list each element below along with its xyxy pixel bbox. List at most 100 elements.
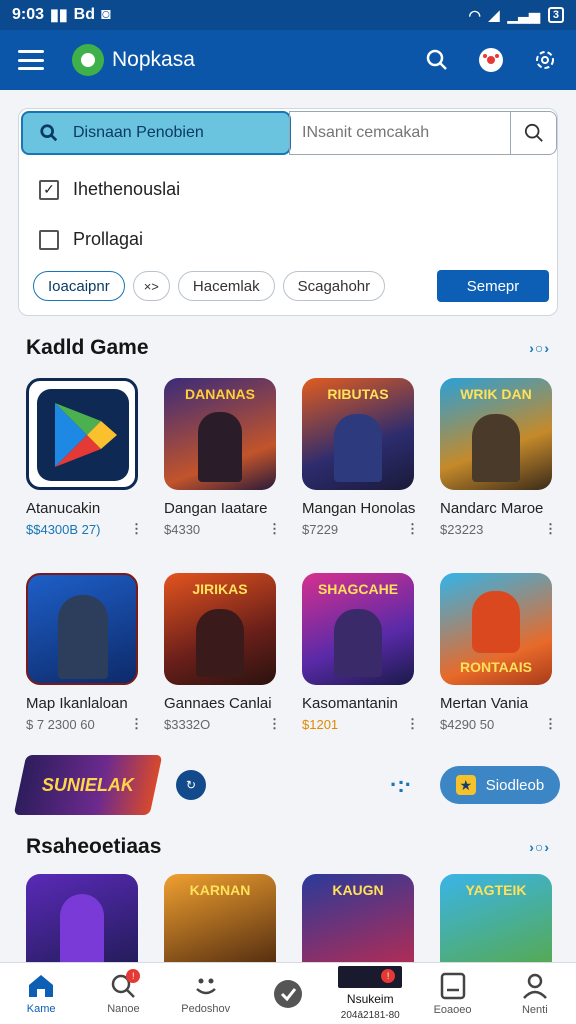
- promo-logo-text: SUNIELAK: [41, 774, 134, 795]
- more-options-icon[interactable]: ⋮: [406, 716, 419, 732]
- promo-action-button[interactable]: ★ Siodleob: [440, 766, 560, 804]
- game-name: Kasomantanin: [302, 695, 398, 712]
- filter-checkbox-2[interactable]: Prollagai: [39, 229, 143, 250]
- nav-label: Eoaoeo: [433, 1003, 472, 1016]
- nav-home[interactable]: Kame: [0, 963, 82, 1024]
- library-icon: [440, 972, 465, 999]
- checkbox-empty-icon: [39, 229, 59, 250]
- filter-checkbox-1[interactable]: ✓ Ihethenouslai: [39, 179, 180, 200]
- game-price: $23223: [440, 521, 484, 537]
- more-options-icon[interactable]: ·:·: [390, 772, 412, 798]
- star-icon: ★: [455, 775, 476, 795]
- game-card[interactable]: KAUGN: [302, 874, 418, 962]
- promo-logo[interactable]: SUNIELAK: [13, 755, 163, 815]
- filter-chip[interactable]: Ioacaipnr: [33, 271, 125, 301]
- search-icon[interactable]: [424, 47, 450, 73]
- signal-icon: ▮▮: [50, 7, 68, 24]
- game-name: Atanucakin: [26, 500, 101, 517]
- nav-label: Pedoshov: [181, 1002, 231, 1015]
- search-panel: Disnaan Penobien ✓ Ihethenouslai Prollag…: [18, 108, 558, 316]
- checkbox-checked-icon: ✓: [39, 179, 59, 200]
- menu-icon[interactable]: [18, 50, 44, 70]
- more-options-icon[interactable]: ⋮: [406, 521, 419, 537]
- settings-icon[interactable]: [532, 47, 558, 73]
- game-thumbnail: [26, 378, 138, 490]
- nav-label: Nsukeim: [346, 992, 394, 1006]
- game-thumbnail-title: WRIK DAN: [460, 386, 532, 402]
- nav-label: Nanoe: [107, 1002, 140, 1015]
- nav-search[interactable]: ! Nanoe: [82, 963, 164, 1024]
- see-more-link[interactable]: ›○›: [529, 839, 550, 855]
- refresh-icon[interactable]: ↻: [176, 770, 206, 800]
- game-thumbnail: DANANAS: [164, 378, 276, 490]
- game-thumbnail-title: RIBUTAS: [327, 386, 389, 402]
- app-title: Nopkasa: [112, 48, 195, 71]
- game-name: Map Ikanlaloan: [26, 695, 128, 712]
- search-submit-primary-button[interactable]: Semepr: [437, 270, 549, 302]
- search-scope-label: Disnaan Penobien: [73, 124, 204, 141]
- filter-chip[interactable]: Scagahohr: [282, 271, 386, 301]
- checkbox-label: Ihethenouslai: [73, 179, 181, 199]
- game-card[interactable]: RIBUTAS Mangan Honolas $7229 ⋮: [302, 378, 419, 537]
- more-options-icon[interactable]: ⋮: [268, 716, 281, 732]
- game-price: $3332O: [164, 716, 211, 732]
- see-more-link[interactable]: ›○›: [529, 340, 550, 356]
- search-icon: [40, 124, 58, 142]
- nav-library[interactable]: Eoaoeo: [411, 963, 493, 1024]
- filter-chips: Ioacaipnr ×> Hacemlak Scagahohr Semepr: [33, 269, 549, 303]
- more-options-icon[interactable]: ⋮: [130, 716, 143, 732]
- game-thumbnail: YAGTEIK: [440, 874, 552, 962]
- app-bar: Nopkasa: [0, 30, 576, 90]
- nav-news[interactable]: ! Nsukeim 204ā2181-80: [329, 963, 411, 1024]
- check-circle-icon: [273, 979, 302, 1008]
- more-options-icon[interactable]: ⋮: [544, 716, 557, 732]
- search-icon: [524, 123, 543, 142]
- gamepad-icon: [195, 978, 216, 994]
- game-thumbnail-title: YAGTEIK: [465, 882, 527, 898]
- bars-icon: ▁▃▅: [507, 6, 540, 23]
- game-card[interactable]: SHAGCAHE Kasomantanin $1201 ⋮: [302, 573, 419, 732]
- game-thumbnail-title: SHAGCAHE: [317, 581, 399, 597]
- game-card[interactable]: Atanucakin $$4300B 27) ⋮: [26, 378, 143, 537]
- game-thumbnail-title: KAUGN: [332, 882, 384, 898]
- battery-icon: 3: [547, 7, 564, 23]
- game-thumbnail-title: DANANAS: [185, 386, 255, 402]
- game-thumbnail: WRIK DAN: [440, 378, 552, 490]
- profile-ball-icon[interactable]: [478, 47, 504, 73]
- more-options-icon[interactable]: ⋮: [268, 521, 281, 537]
- game-price: $ 7 2300 60: [26, 716, 95, 732]
- more-options-icon[interactable]: ⋮: [544, 521, 557, 537]
- cell-icon: ◢: [488, 6, 500, 23]
- search-scope-button[interactable]: Disnaan Penobien: [21, 111, 291, 155]
- status-carrier: Bd: [73, 6, 95, 23]
- game-card[interactable]: RONTAAIS Mertan Vania $4290 50 ⋮: [440, 573, 557, 732]
- game-card[interactable]: KARNAN: [164, 874, 280, 962]
- game-thumbnail: SHAGCAHE: [302, 573, 414, 685]
- more-options-icon[interactable]: ⋮: [130, 521, 143, 537]
- nav-games[interactable]: Pedoshov: [165, 963, 247, 1024]
- game-thumbnail: [26, 874, 138, 962]
- game-card[interactable]: WRIK DAN Nandarc Maroe $23223 ⋮: [440, 378, 557, 537]
- game-card[interactable]: YAGTEIK: [440, 874, 556, 962]
- game-grid-row-1: Atanucakin $$4300B 27) ⋮ DANANAS Dangan I…: [26, 378, 557, 537]
- filter-chip[interactable]: Hacemlak: [177, 271, 275, 301]
- nav-check[interactable]: [247, 963, 329, 1024]
- status-bar: 9:03 ▮▮ Bd ◙ ◠ ◢ ▁▃▅ 3: [0, 0, 576, 30]
- game-price: $4330: [164, 521, 201, 537]
- chip-close-button[interactable]: ×>: [132, 271, 170, 301]
- game-card[interactable]: DANANAS Dangan Iaatare $4330 ⋮: [164, 378, 281, 537]
- game-card[interactable]: JIRIKAS Gannaes Canlai $3332O ⋮: [164, 573, 281, 732]
- game-card[interactable]: [26, 874, 142, 962]
- search-submit-button[interactable]: [510, 112, 556, 154]
- game-card[interactable]: Map Ikanlaloan $ 7 2300 60 ⋮: [26, 573, 143, 732]
- game-grid-row-3: KARNAN KAUGN YAGTEIK: [26, 874, 556, 962]
- notification-icon: ◙: [100, 6, 111, 23]
- nav-profile[interactable]: Nenti: [494, 963, 576, 1024]
- game-thumbnail: JIRIKAS: [164, 573, 276, 685]
- app-logo-icon: [72, 44, 104, 76]
- game-price: $7229: [302, 521, 339, 537]
- search-input[interactable]: [302, 124, 510, 142]
- notification-badge: !: [126, 969, 141, 983]
- game-thumbnail: [26, 573, 138, 685]
- game-price: $4290 50: [440, 716, 495, 732]
